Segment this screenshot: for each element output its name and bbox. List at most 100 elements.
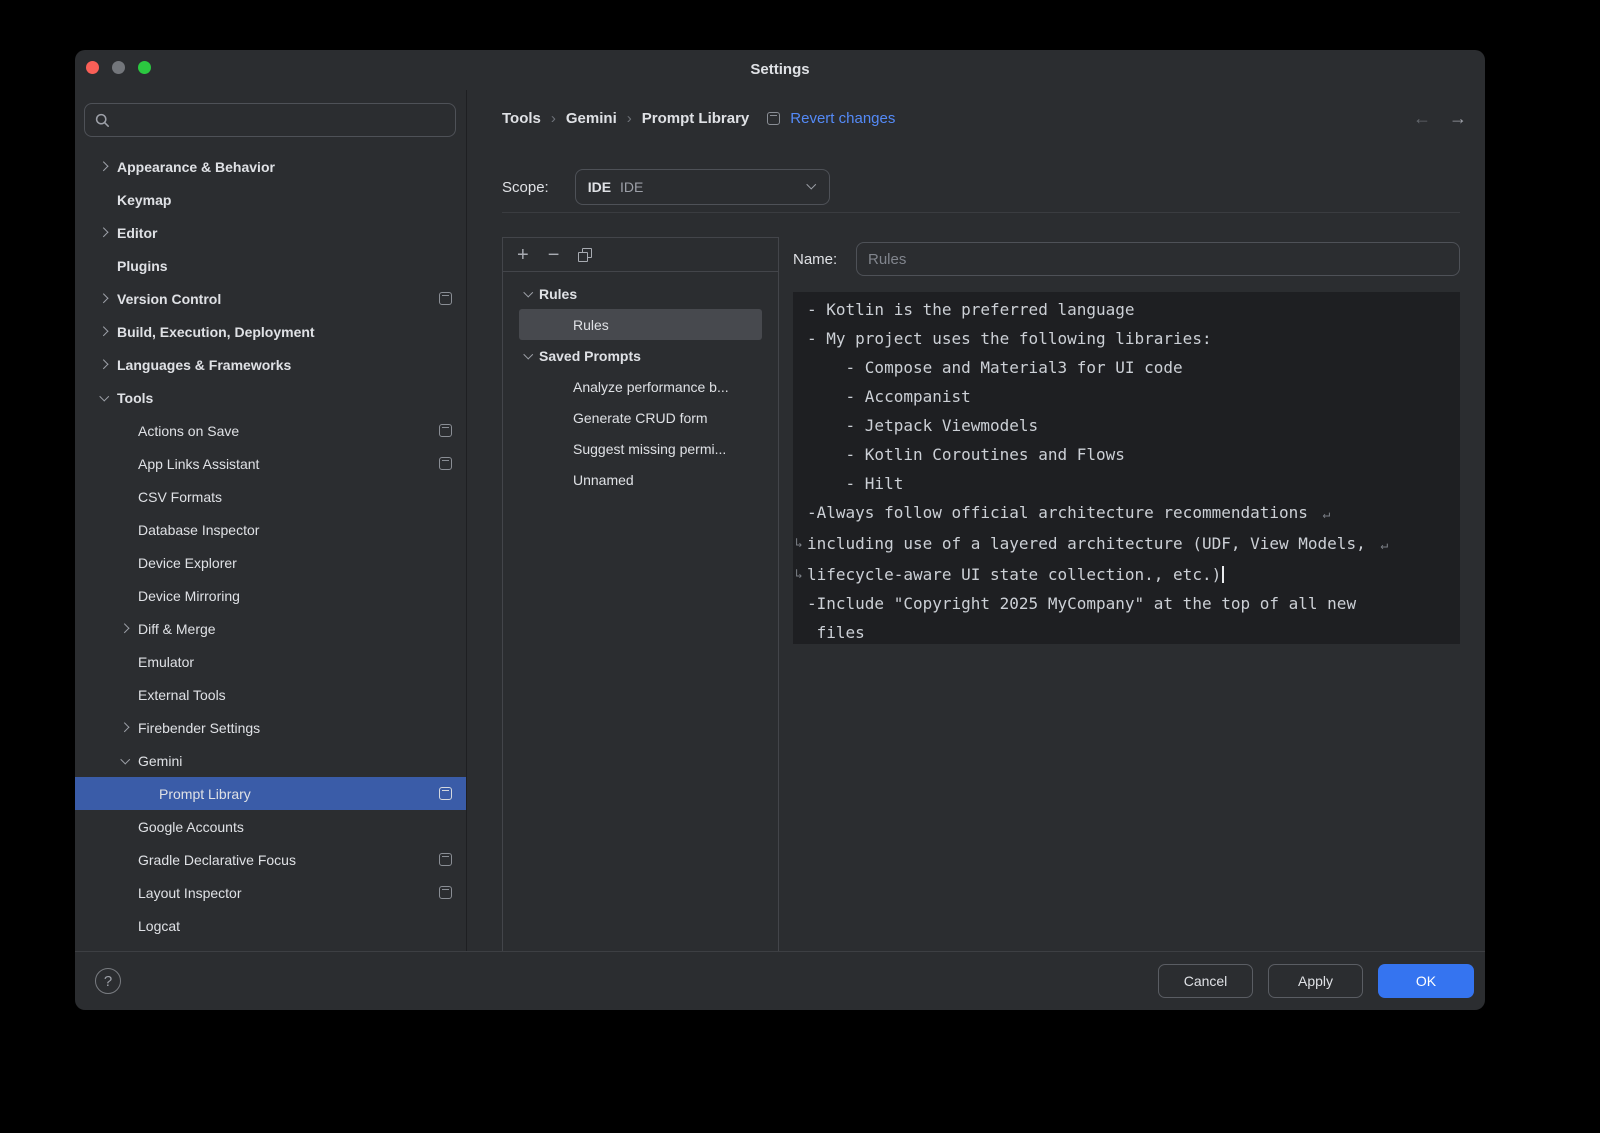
- sidebar-item-gemini[interactable]: Gemini: [75, 744, 466, 777]
- close-window-button[interactable]: [86, 61, 99, 74]
- sidebar-item-languages-frameworks[interactable]: Languages & Frameworks: [75, 348, 466, 381]
- prompt-item-analyze-performance-b[interactable]: Analyze performance b...: [503, 371, 778, 402]
- sidebar-item-label: App Links Assistant: [138, 456, 259, 472]
- sidebar-item-label: Emulator: [138, 654, 194, 670]
- sidebar-item-csv-formats[interactable]: CSV Formats: [75, 480, 466, 513]
- sidebar-item-label: Prompt Library: [159, 786, 251, 802]
- sidebar-item-editor[interactable]: Editor: [75, 216, 466, 249]
- help-button[interactable]: ?: [95, 968, 121, 994]
- sidebar-item-firebender-settings[interactable]: Firebender Settings: [75, 711, 466, 744]
- zoom-window-button[interactable]: [138, 61, 151, 74]
- sidebar-item-label: External Tools: [138, 687, 226, 703]
- text-caret: [1222, 566, 1224, 583]
- settings-main-pane: Tools›Gemini›Prompt Library Revert chang…: [468, 90, 1485, 951]
- add-prompt-button[interactable]: +: [517, 245, 529, 265]
- sidebar-item-label: Gradle Declarative Focus: [138, 852, 296, 868]
- prompt-item-rules[interactable]: Rules: [519, 309, 762, 340]
- sidebar-item-label: Plugins: [117, 258, 168, 274]
- sidebar-item-plugins[interactable]: Plugins: [75, 249, 466, 282]
- sidebar-item-diff-merge[interactable]: Diff & Merge: [75, 612, 466, 645]
- sidebar-item-gradle-declarative-focus[interactable]: Gradle Declarative Focus: [75, 843, 466, 876]
- sidebar-item-google-accounts[interactable]: Google Accounts: [75, 810, 466, 843]
- apply-button[interactable]: Apply: [1268, 964, 1363, 998]
- history-nav: ← →: [1413, 102, 1467, 134]
- sidebar-item-database-inspector[interactable]: Database Inspector: [75, 513, 466, 546]
- sidebar-item-keymap[interactable]: Keymap: [75, 183, 466, 216]
- prompt-item-suggest-missing-permi[interactable]: Suggest missing permi...: [503, 433, 778, 464]
- footer-buttons: Cancel Apply OK: [1158, 964, 1474, 998]
- sidebar-item-emulator[interactable]: Emulator: [75, 645, 466, 678]
- sidebar-item-label: Version Control: [117, 291, 221, 307]
- sidebar-item-logcat[interactable]: Logcat: [75, 909, 466, 942]
- sidebar-item-label: Languages & Frameworks: [117, 357, 291, 373]
- sidebar-item-actions-on-save[interactable]: Actions on Save: [75, 414, 466, 447]
- scope-label: Scope:: [502, 179, 549, 196]
- chevron-right-icon: [91, 328, 117, 335]
- prompt-group-rules[interactable]: Rules: [503, 278, 778, 309]
- sidebar-item-label: Keymap: [117, 192, 171, 208]
- chevron-right-icon: [91, 361, 117, 368]
- chevron-right-icon: [91, 163, 117, 170]
- prompt-text-editor[interactable]: - Kotlin is the preferred language- My p…: [793, 292, 1460, 644]
- revert-changes-icon: [767, 112, 780, 125]
- prompt-tree: Rules Rules Saved PromptsAnalyze performan…: [503, 272, 778, 495]
- breadcrumb: Tools›Gemini›Prompt Library Revert chang…: [502, 102, 895, 134]
- remove-prompt-button[interactable]: −: [548, 245, 560, 265]
- sidebar-item-label: Appearance & Behavior: [117, 159, 275, 175]
- sidebar-item-external-tools[interactable]: External Tools: [75, 678, 466, 711]
- sidebar-item-label: Device Mirroring: [138, 588, 240, 604]
- ide-scope-icon: [439, 457, 452, 470]
- settings-search-box[interactable]: [84, 103, 456, 137]
- sidebar-item-label: Tools: [117, 390, 153, 406]
- settings-window: Settings Appearance & Behavior Keymap Edit…: [75, 50, 1485, 1010]
- sidebar-item-tools[interactable]: Tools: [75, 381, 466, 414]
- back-arrow-icon[interactable]: ←: [1413, 108, 1431, 129]
- editor-line: - Jetpack Viewmodels: [807, 411, 1448, 440]
- prompt-group-saved-prompts[interactable]: Saved Prompts: [503, 340, 778, 371]
- editor-line-text: including use of a layered architecture …: [807, 534, 1375, 553]
- breadcrumb-prompt-library[interactable]: Prompt Library: [642, 110, 750, 127]
- breadcrumb-tools[interactable]: Tools: [502, 110, 541, 127]
- revert-changes-link[interactable]: Revert changes: [790, 110, 895, 127]
- soft-wrap-end-icon: ↵: [1380, 538, 1388, 553]
- breadcrumb-separator: ›: [627, 110, 632, 127]
- prompt-item-label: Generate CRUD form: [573, 410, 708, 426]
- chevron-down-icon: [91, 396, 117, 400]
- sidebar-item-device-mirroring[interactable]: Device Mirroring: [75, 579, 466, 612]
- minimize-window-button[interactable]: [112, 61, 125, 74]
- soft-wrap-end-icon: ↵: [1323, 507, 1331, 522]
- editor-line: - Kotlin Coroutines and Flows: [807, 440, 1448, 469]
- settings-search-input[interactable]: [118, 112, 455, 128]
- prompt-item-generate-crud-form[interactable]: Generate CRUD form: [503, 402, 778, 433]
- sidebar-item-label: Build, Execution, Deployment: [117, 324, 315, 340]
- prompt-item-unnamed[interactable]: Unnamed: [503, 464, 778, 495]
- breadcrumb-gemini[interactable]: Gemini: [566, 110, 617, 127]
- chevron-down-icon: [112, 759, 138, 763]
- sidebar-item-device-explorer[interactable]: Device Explorer: [75, 546, 466, 579]
- sidebar-item-build-execution-deployment[interactable]: Build, Execution, Deployment: [75, 315, 466, 348]
- prompt-item-label: Rules: [573, 317, 609, 333]
- sidebar-item-version-control[interactable]: Version Control: [75, 282, 466, 315]
- sidebar-item-app-links-assistant[interactable]: App Links Assistant: [75, 447, 466, 480]
- chevron-right-icon: [91, 295, 117, 302]
- prompt-name-row: Name:: [793, 242, 1460, 276]
- sidebar-item-layout-inspector[interactable]: Layout Inspector: [75, 876, 466, 909]
- chevron-right-icon: [91, 229, 117, 236]
- forward-arrow-icon[interactable]: →: [1449, 108, 1467, 129]
- editor-line-text: -Always follow official architecture rec…: [807, 503, 1318, 522]
- editor-line: - Accompanist: [807, 382, 1448, 411]
- prompt-name-input[interactable]: [856, 242, 1460, 276]
- sidebar-item-prompt-library[interactable]: Prompt Library: [75, 777, 466, 810]
- ok-button[interactable]: OK: [1378, 964, 1474, 998]
- sidebar-item-appearance-behavior[interactable]: Appearance & Behavior: [75, 150, 466, 183]
- chevron-right-icon: [112, 724, 138, 731]
- copy-prompt-button[interactable]: [578, 248, 592, 262]
- prompt-item-label: Rules: [539, 286, 577, 302]
- scope-row: Scope: IDE IDE: [502, 169, 830, 205]
- scope-dropdown[interactable]: IDE IDE: [575, 169, 830, 205]
- prompt-item-label: Suggest missing permi...: [573, 441, 726, 457]
- sidebar-item-label: Actions on Save: [138, 423, 239, 439]
- title-bar: Settings: [75, 50, 1485, 90]
- settings-content: Appearance & Behavior Keymap Editor Plugins…: [75, 90, 1485, 951]
- cancel-button[interactable]: Cancel: [1158, 964, 1253, 998]
